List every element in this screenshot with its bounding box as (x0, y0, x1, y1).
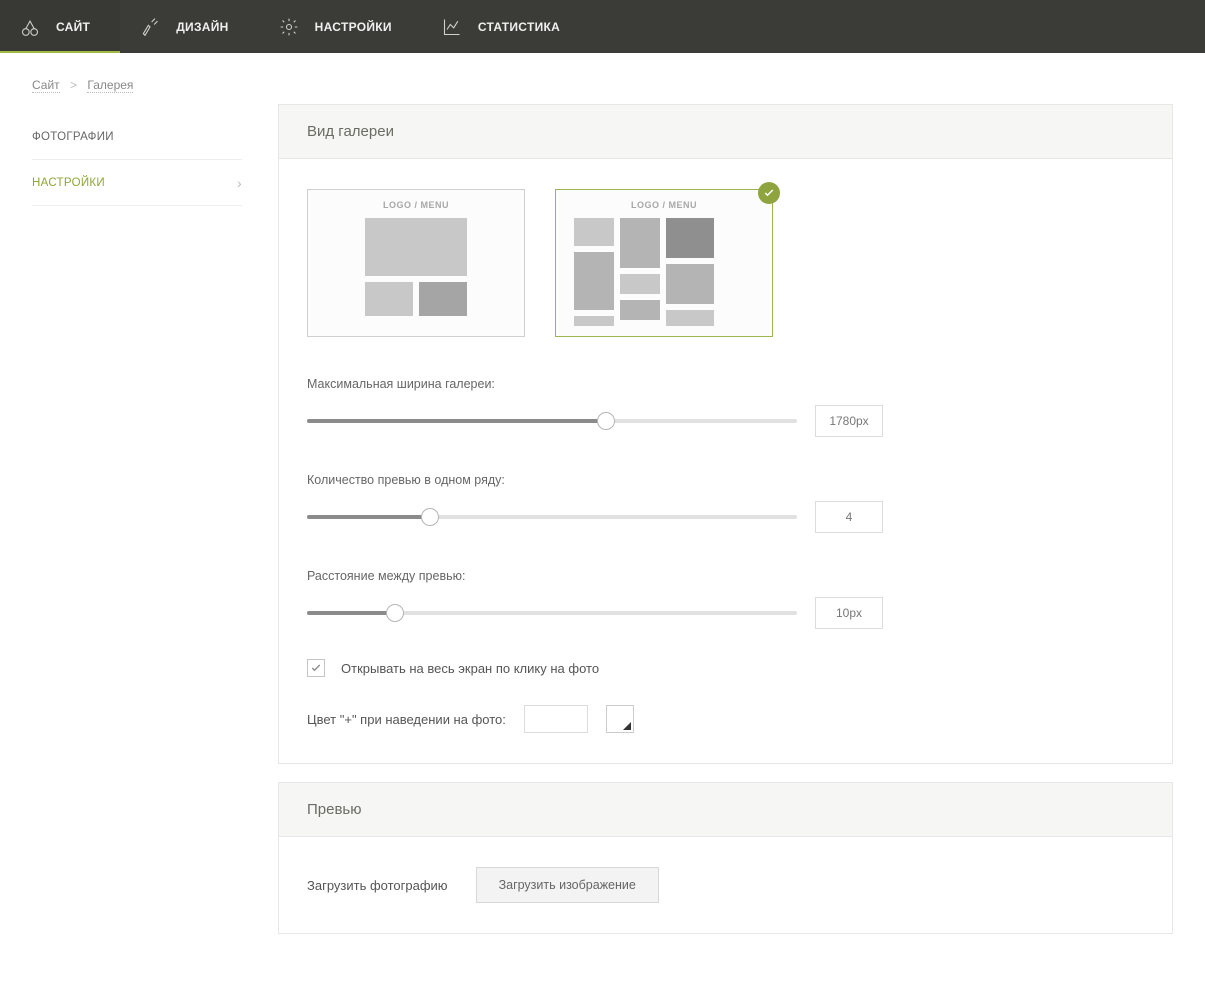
topnav-label: САЙТ (56, 20, 90, 34)
topnav-item-settings[interactable]: НАСТРОЙКИ (259, 0, 422, 53)
panel-gallery-view: Вид галереи LOGO / MENU LOGO / MENU (278, 104, 1173, 764)
top-nav: САЙТ ДИЗАЙН НАСТРОЙКИ СТАТИСТИКА (0, 0, 1205, 53)
stats-icon (442, 17, 462, 37)
slider-preview-gap[interactable] (307, 604, 797, 622)
color-swatch[interactable] (524, 705, 588, 733)
panel-title: Вид галереи (279, 105, 1172, 159)
layout-options: LOGO / MENU LOGO / MENU (307, 189, 1144, 337)
chevron-right-icon: › (237, 175, 242, 191)
layout-option-label: LOGO / MENU (326, 200, 506, 210)
slider-preview-count[interactable] (307, 508, 797, 526)
topnav-item-site[interactable]: САЙТ (0, 0, 120, 53)
check-icon (758, 182, 780, 204)
breadcrumb: Сайт > Галерея (0, 53, 1205, 104)
checkbox-fullscreen-label: Открывать на весь экран по клику на фото (341, 661, 599, 676)
slider-value-preview-gap[interactable]: 10px (815, 597, 883, 629)
layout-option-masonry[interactable]: LOGO / MENU (555, 189, 773, 337)
design-icon (140, 17, 160, 37)
sidebar-item-photos[interactable]: ФОТОГРАФИИ (32, 114, 242, 160)
breadcrumb-link[interactable]: Сайт (32, 78, 60, 93)
topnav-item-statistics[interactable]: СТАТИСТИКА (422, 0, 590, 53)
checkbox-fullscreen[interactable] (307, 659, 325, 677)
settings-icon (279, 17, 299, 37)
slider-label-preview-gap: Расстояние между превью: (307, 569, 1144, 583)
layout-option-simple[interactable]: LOGO / MENU (307, 189, 525, 337)
color-picker-trigger[interactable] (606, 705, 634, 733)
sidebar-item-label: ФОТОГРАФИИ (32, 131, 114, 143)
layout-option-label: LOGO / MENU (574, 200, 754, 210)
topnav-item-design[interactable]: ДИЗАЙН (120, 0, 258, 53)
layout-thumbnail (574, 218, 754, 326)
slider-max-width[interactable] (307, 412, 797, 430)
site-icon (20, 17, 40, 37)
sidebar-item-settings[interactable]: НАСТРОЙКИ › (32, 160, 242, 206)
slider-label-preview-count: Количество превью в одном ряду: (307, 473, 1144, 487)
slider-label-max-width: Максимальная ширина галереи: (307, 377, 1144, 391)
slider-value-preview-count[interactable]: 4 (815, 501, 883, 533)
breadcrumb-separator: > (70, 78, 77, 92)
topnav-label: ДИЗАЙН (176, 20, 228, 34)
upload-button[interactable]: Загрузить изображение (476, 867, 659, 903)
sidebar-item-label: НАСТРОЙКИ (32, 177, 105, 189)
panel-title: Превью (279, 783, 1172, 837)
topnav-label: НАСТРОЙКИ (315, 20, 392, 34)
topnav-label: СТАТИСТИКА (478, 20, 560, 34)
color-label: Цвет "+" при наведении на фото: (307, 712, 506, 727)
breadcrumb-link[interactable]: Галерея (87, 78, 133, 93)
panel-preview: Превью Загрузить фотографию Загрузить из… (278, 782, 1173, 934)
upload-label: Загрузить фотографию (307, 878, 448, 893)
slider-value-max-width[interactable]: 1780px (815, 405, 883, 437)
layout-thumbnail (326, 218, 506, 316)
sidebar: ФОТОГРАФИИ НАСТРОЙКИ › (32, 104, 242, 952)
